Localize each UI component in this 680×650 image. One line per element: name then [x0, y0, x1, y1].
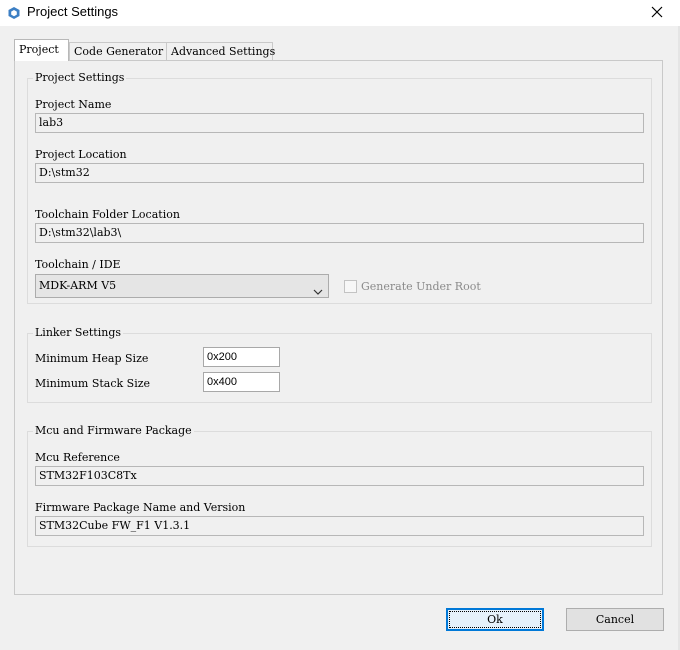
- tab-code-generator[interactable]: Code Generator: [69, 42, 167, 60]
- group-title: Linker Settings: [33, 326, 124, 339]
- close-button[interactable]: [634, 0, 680, 26]
- toolchain-folder-label: Toolchain Folder Location: [35, 208, 180, 221]
- toolchain-folder-field[interactable]: D:\stm32\lab3\: [35, 223, 644, 243]
- ok-button[interactable]: Ok: [446, 608, 544, 631]
- toolchain-ide-label: Toolchain / IDE: [35, 258, 121, 271]
- tab-panel-content: Project Settings Project Name lab3 Proje…: [15, 61, 662, 594]
- group-title: Project Settings: [33, 71, 127, 84]
- title-bar: Project Settings: [0, 0, 680, 27]
- linker-settings-group: Linker Settings Minimum Heap Size 0x200 …: [27, 326, 652, 403]
- tab-advanced-settings[interactable]: Advanced Settings: [166, 42, 275, 60]
- mcu-reference-label: Mcu Reference: [35, 451, 120, 464]
- project-name-label: Project Name: [35, 98, 112, 111]
- mcu-reference-field[interactable]: STM32F103C8Tx: [35, 466, 644, 486]
- firmware-field[interactable]: STM32Cube FW_F1 V1.3.1: [35, 516, 644, 536]
- project-name-field[interactable]: lab3: [35, 113, 644, 133]
- cancel-button[interactable]: Cancel: [566, 608, 664, 631]
- firmware-label: Firmware Package Name and Version: [35, 501, 246, 514]
- tab-project[interactable]: Project: [14, 39, 69, 61]
- toolchain-ide-value: MDK-ARM V5: [39, 279, 117, 292]
- close-icon: [651, 6, 663, 21]
- project-location-field[interactable]: D:\stm32: [35, 163, 644, 183]
- min-heap-label: Minimum Heap Size: [35, 352, 149, 365]
- tab-panel: Project Settings Project Name lab3 Proje…: [14, 60, 663, 595]
- cube-icon: [7, 6, 21, 20]
- project-settings-group: Project Settings Project Name lab3 Proje…: [27, 71, 652, 304]
- toolchain-ide-select[interactable]: MDK-ARM V5: [35, 274, 329, 298]
- generate-under-root-checkbox[interactable]: [344, 280, 357, 293]
- project-location-label: Project Location: [35, 148, 127, 161]
- group-title: Mcu and Firmware Package: [33, 424, 194, 437]
- window-title: Project Settings: [27, 4, 119, 19]
- min-heap-input[interactable]: 0x200: [203, 347, 280, 367]
- min-stack-input[interactable]: 0x400: [203, 372, 280, 392]
- min-stack-label: Minimum Stack Size: [35, 377, 151, 390]
- generate-under-root-label: Generate Under Root: [361, 280, 481, 293]
- mcu-firmware-group: Mcu and Firmware Package Mcu Reference S…: [27, 424, 652, 547]
- chevron-down-icon: [313, 282, 323, 304]
